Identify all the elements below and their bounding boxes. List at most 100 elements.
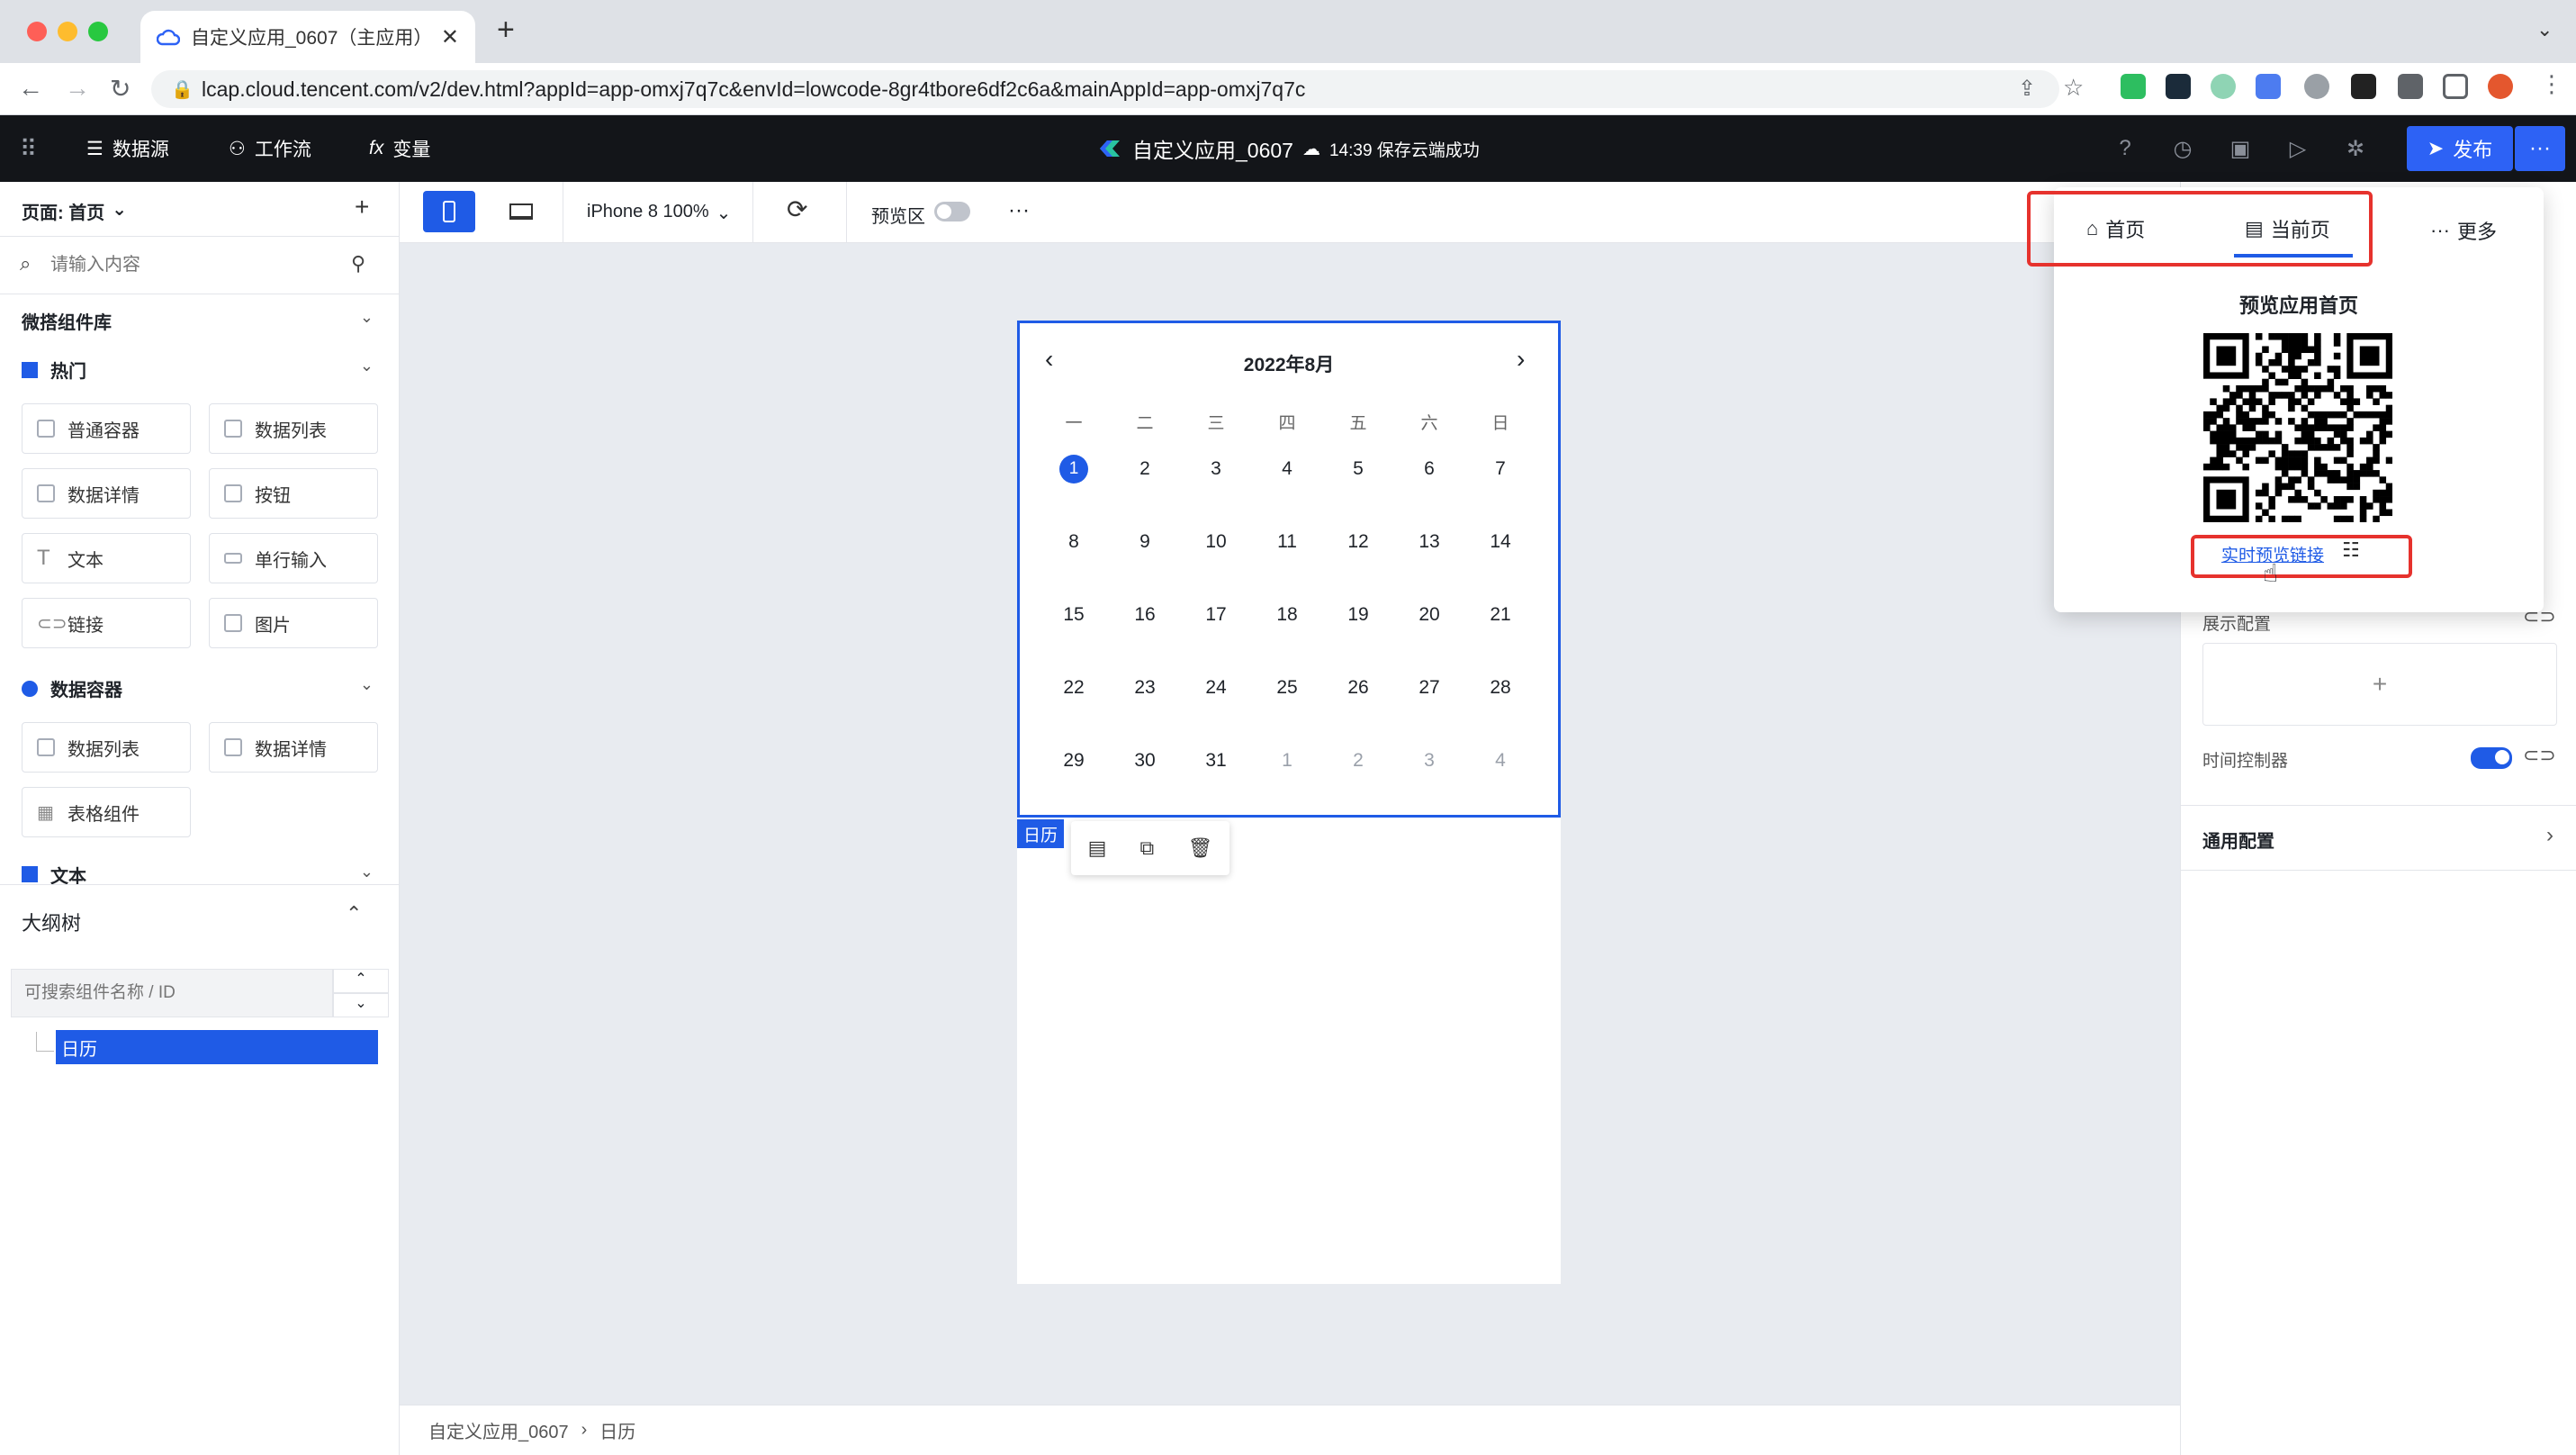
calendar-day[interactable]: 10 [1189,524,1243,560]
calendar-day[interactable]: 11 [1260,524,1314,560]
calendar-day[interactable]: 23 [1118,670,1172,706]
delete-icon[interactable]: 🗑 [1187,836,1212,860]
close-tab-icon[interactable]: ✕ [441,24,459,50]
tab-more[interactable]: ··· 更多 [2430,216,2497,245]
component-data-detail[interactable]: 数据详情 [209,722,378,773]
chevron-right-icon[interactable]: › [2546,823,2553,848]
calendar-day[interactable]: 30 [1118,743,1172,779]
forward-arrow-icon[interactable]: → [65,74,90,103]
browser-tab[interactable]: 自定义应用_0607（主应用） - l ✕ [140,11,475,63]
mobile-view-button[interactable] [423,191,475,232]
calendar-day[interactable]: 9 [1118,524,1172,560]
preview-area-toggle[interactable] [934,202,970,221]
calendar-day[interactable]: 13 [1402,524,1456,560]
extension-green-icon[interactable] [2211,74,2236,99]
library-title[interactable]: 微搭组件库 [22,308,112,334]
outline-search-input[interactable] [11,969,333,1017]
chevron-down-icon[interactable]: ⌄ [360,863,374,881]
time-controller-toggle[interactable] [2471,747,2512,769]
component-link[interactable]: ⊂⊃ 链接 [22,598,191,648]
browser-menu-icon[interactable]: ⋮ [2540,70,2563,98]
calendar-day[interactable]: 14 [1473,524,1527,560]
calendar-day[interactable]: 25 [1260,670,1314,706]
chevron-down-icon[interactable]: ⌄ [360,675,374,694]
add-display-config-button[interactable]: + [2202,643,2557,726]
component-data-list[interactable]: 数据列表 [22,722,191,773]
refresh-icon[interactable]: ⟳ [787,194,807,224]
calendar-day[interactable]: 6 [1402,451,1456,487]
app-grid-icon[interactable]: ⠿ [20,135,37,163]
component-data-detail[interactable]: 数据详情 [22,468,191,519]
copy-icon[interactable]: ⧉ [1140,836,1155,860]
expand-collapse-icon[interactable]: ⌃ [346,902,362,926]
desktop-view-button[interactable] [495,191,547,232]
calendar-day[interactable]: 28 [1473,670,1527,706]
sidebar-toggle-icon[interactable] [2443,74,2468,99]
page-selector[interactable]: 页面: 首页 ⌄ [22,198,127,224]
link-icon[interactable]: ⊂⊃ [2523,744,2556,767]
component-image[interactable]: 图片 [209,598,378,648]
calendar-day[interactable]: 2 [1331,743,1385,779]
calendar-day[interactable]: 8 [1047,524,1101,560]
calendar-day[interactable]: 1 [1047,451,1101,487]
save-template-icon[interactable]: ▤ [1088,836,1107,860]
share-icon[interactable]: ⇪ [2018,76,2036,102]
calendar-component[interactable]: ‹ 2022年8月 › 一二三四五六日 1 2 3 4 5 6 7 8 9 10 11 12 13 14 1… [1017,321,1561,818]
component-search-input[interactable] [50,249,338,281]
calendar-day[interactable]: 29 [1047,743,1101,779]
calendar-day[interactable]: 24 [1189,670,1243,706]
calendar-day[interactable]: 31 [1189,743,1243,779]
variables-menu[interactable]: fx 变量 [369,115,430,182]
calendar-day[interactable]: 21 [1473,597,1527,633]
bookmark-star-icon[interactable]: ☆ [2063,74,2084,102]
component-text[interactable]: T 文本 [22,533,191,583]
device-select[interactable]: iPhone 8 100% ⌄ [587,202,731,224]
component-data-list[interactable]: 数据列表 [209,403,378,454]
calendar-day[interactable]: 18 [1260,597,1314,633]
calendar-day[interactable]: 26 [1331,670,1385,706]
calendar-day[interactable]: 19 [1331,597,1385,633]
breadcrumb-component[interactable]: 日历 [599,1417,635,1443]
toolbar-more-icon[interactable]: ··· [1008,198,1030,223]
datasource-menu[interactable]: ☰ 数据源 [86,115,169,182]
calendar-day[interactable]: 12 [1331,524,1385,560]
extensions-puzzle-icon[interactable] [2398,74,2423,99]
add-page-button[interactable]: + [355,193,369,221]
breadcrumb-app[interactable]: 自定义应用_0607 [428,1417,569,1443]
evernote-extension-icon[interactable] [2121,74,2146,99]
extension-badge-icon[interactable] [2304,74,2329,99]
profile-avatar[interactable] [2488,74,2513,99]
extension-mail-icon[interactable] [2351,74,2376,99]
search-next-button[interactable]: ⌄ [333,993,389,1017]
history-icon[interactable]: ◷ [2169,135,2196,162]
workflow-menu[interactable]: ⚇ 工作流 [229,115,311,182]
calendar-day[interactable]: 27 [1402,670,1456,706]
chevron-down-icon[interactable]: ⌄ [360,357,374,375]
calendar-day[interactable]: 1 [1260,743,1314,779]
extension-stack-icon[interactable] [2256,74,2281,99]
reload-icon[interactable]: ↻ [110,74,131,104]
react-extension-icon[interactable] [2166,74,2191,99]
calendar-day[interactable]: 4 [1260,451,1314,487]
calendar-day[interactable]: 22 [1047,670,1101,706]
calendar-day[interactable]: 4 [1473,743,1527,779]
publish-more-button[interactable]: ··· [2515,126,2565,171]
component-common-container[interactable]: 普通容器 [22,403,191,454]
calendar-day[interactable]: 3 [1189,451,1243,487]
text-section-title[interactable]: 文本 [22,864,86,884]
tab-list-chevron-icon[interactable]: ⌄ [2536,18,2553,41]
calendar-day[interactable]: 15 [1047,597,1101,633]
component-table[interactable]: ▦ 表格组件 [22,787,191,837]
calendar-day[interactable]: 17 [1189,597,1243,633]
general-config-title[interactable]: 通用配置 [2202,827,2274,853]
url-field[interactable]: 🔒 lcap.cloud.tencent.com/v2/dev.html?app… [151,70,2059,108]
next-month-icon[interactable]: › [1517,345,1525,374]
close-window-button[interactable] [27,22,47,41]
hot-section-title[interactable]: 热门 [22,357,86,383]
calendar-day[interactable]: 3 [1402,743,1456,779]
calendar-day[interactable]: 20 [1402,597,1456,633]
calendar-day[interactable]: 16 [1118,597,1172,633]
save-icon[interactable]: ▣ [2227,135,2254,162]
preview-play-icon[interactable]: ▷ [2284,135,2311,162]
component-button[interactable]: 按钮 [209,468,378,519]
